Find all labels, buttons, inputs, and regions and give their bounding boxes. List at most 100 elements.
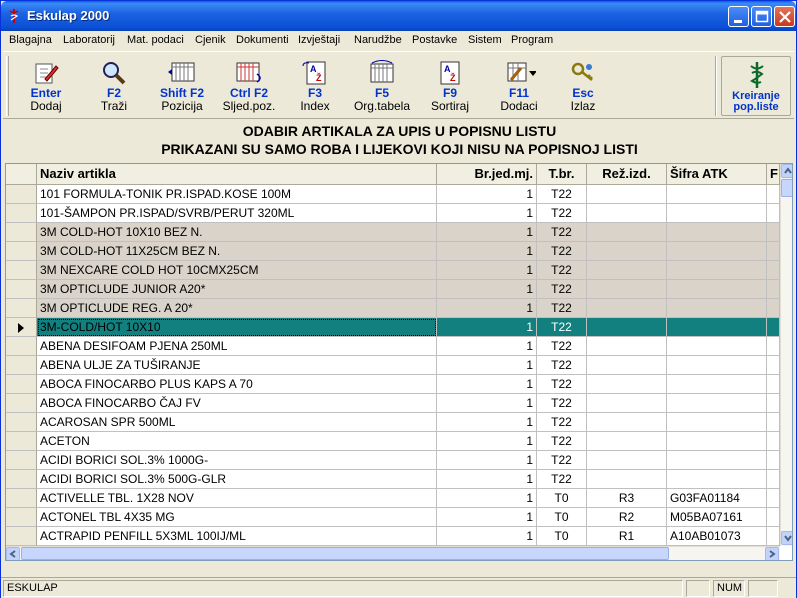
row-indicator[interactable] bbox=[6, 451, 37, 470]
cell-br-jed-mj[interactable]: 1 bbox=[437, 242, 537, 261]
scroll-down-button[interactable] bbox=[781, 531, 792, 545]
cell-sifra-atk[interactable] bbox=[667, 451, 767, 470]
cell-naziv-artikla[interactable]: ACTRAPID PENFILL 5X3ML 100IJ/ML bbox=[37, 527, 437, 546]
cell-extra[interactable] bbox=[767, 261, 780, 280]
row-indicator[interactable] bbox=[6, 280, 37, 299]
cell-br-jed-mj[interactable]: 1 bbox=[437, 318, 537, 337]
vertical-scroll-thumb[interactable] bbox=[781, 179, 792, 197]
cell-rez-izd[interactable] bbox=[587, 432, 667, 451]
cell-sifra-atk[interactable] bbox=[667, 470, 767, 489]
table-row[interactable]: 3M COLD-HOT 10X10 BEZ N. 1 T22 bbox=[6, 223, 780, 242]
cell-extra[interactable] bbox=[767, 375, 780, 394]
cell-rez-izd[interactable] bbox=[587, 413, 667, 432]
cell-t-br[interactable]: T22 bbox=[537, 299, 587, 318]
cell-naziv-artikla[interactable]: 3M OPTICLUDE JUNIOR A20* bbox=[37, 280, 437, 299]
cell-extra[interactable] bbox=[767, 527, 780, 546]
menu-laboratorij[interactable]: Laboratorij bbox=[63, 34, 115, 46]
cell-br-jed-mj[interactable]: 1 bbox=[437, 451, 537, 470]
cell-naziv-artikla[interactable]: ABOCA FINOCARBO ČAJ FV bbox=[37, 394, 437, 413]
cell-extra[interactable] bbox=[767, 356, 780, 375]
scroll-left-button[interactable] bbox=[6, 547, 20, 560]
cell-naziv-artikla[interactable]: ABENA DESIFOAM PJENA 250ML bbox=[37, 337, 437, 356]
cell-sifra-atk[interactable] bbox=[667, 223, 767, 242]
menu-blagajna[interactable]: Blagajna bbox=[9, 34, 52, 46]
cell-sifra-atk[interactable]: A10AB01073 bbox=[667, 527, 767, 546]
cell-br-jed-mj[interactable]: 1 bbox=[437, 413, 537, 432]
cell-extra[interactable] bbox=[767, 280, 780, 299]
sort-button[interactable]: A Ž F9 Sortiraj bbox=[425, 58, 475, 116]
menu-postavke[interactable]: Postavke bbox=[412, 34, 457, 46]
cell-t-br[interactable]: T0 bbox=[537, 489, 587, 508]
scroll-right-button[interactable] bbox=[765, 547, 779, 560]
cell-t-br[interactable]: T22 bbox=[537, 394, 587, 413]
horizontal-scrollbar[interactable] bbox=[6, 546, 780, 560]
cell-rez-izd[interactable] bbox=[587, 451, 667, 470]
cell-t-br[interactable]: T22 bbox=[537, 223, 587, 242]
menu-narudzbe[interactable]: Narudžbe bbox=[354, 34, 402, 46]
header-naziv-artikla[interactable]: Naziv artikla bbox=[37, 164, 437, 185]
index-button[interactable]: A Ž F3 Index bbox=[293, 58, 337, 116]
maximize-button[interactable] bbox=[751, 6, 772, 27]
cell-br-jed-mj[interactable]: 1 bbox=[437, 394, 537, 413]
cell-naziv-artikla[interactable]: 3M-COLD/HOT 10X10 bbox=[37, 318, 437, 337]
cell-rez-izd[interactable]: R1 bbox=[587, 527, 667, 546]
header-sifra-atk[interactable]: Šifra ATK bbox=[667, 164, 767, 185]
row-indicator[interactable] bbox=[6, 527, 37, 546]
table-row[interactable]: 3M OPTICLUDE REG. A 20* 1 T22 bbox=[6, 299, 780, 318]
cell-extra[interactable] bbox=[767, 508, 780, 527]
row-indicator[interactable] bbox=[6, 299, 37, 318]
table-row[interactable]: 3M-COLD/HOT 10X10 1 T22 bbox=[6, 318, 780, 337]
row-indicator[interactable] bbox=[6, 223, 37, 242]
menu-mat-podaci[interactable]: Mat. podaci bbox=[127, 34, 184, 46]
cell-rez-izd[interactable] bbox=[587, 299, 667, 318]
organize-table-button[interactable]: F5 Org.tabela bbox=[349, 58, 415, 116]
cell-sifra-atk[interactable] bbox=[667, 204, 767, 223]
cell-t-br[interactable]: T22 bbox=[537, 451, 587, 470]
row-indicator[interactable] bbox=[6, 394, 37, 413]
scroll-up-button[interactable] bbox=[781, 164, 792, 178]
cell-sifra-atk[interactable] bbox=[667, 356, 767, 375]
header-extra-col[interactable]: F bbox=[767, 164, 780, 185]
table-row[interactable]: 101-ŠAMPON PR.ISPAD/SVRB/PERUT 320ML 1 T22 bbox=[6, 204, 780, 223]
cell-naziv-artikla[interactable]: 3M OPTICLUDE REG. A 20* bbox=[37, 299, 437, 318]
horizontal-scroll-thumb[interactable] bbox=[21, 547, 669, 560]
cell-br-jed-mj[interactable]: 1 bbox=[437, 489, 537, 508]
cell-rez-izd[interactable]: R3 bbox=[587, 489, 667, 508]
cell-br-jed-mj[interactable]: 1 bbox=[437, 470, 537, 489]
table-row[interactable]: ABENA ULJE ZA TUŠIRANJE 1 T22 bbox=[6, 356, 780, 375]
row-indicator[interactable] bbox=[6, 185, 37, 204]
table-row[interactable]: ACTIVELLE TBL. 1X28 NOV 1 T0 R3 G03FA01184 bbox=[6, 489, 780, 508]
cell-t-br[interactable]: T22 bbox=[537, 204, 587, 223]
cell-naziv-artikla[interactable]: 3M COLD-HOT 10X10 BEZ N. bbox=[37, 223, 437, 242]
cell-sifra-atk[interactable] bbox=[667, 375, 767, 394]
cell-br-jed-mj[interactable]: 1 bbox=[437, 527, 537, 546]
cell-br-jed-mj[interactable]: 1 bbox=[437, 299, 537, 318]
cell-t-br[interactable]: T22 bbox=[537, 432, 587, 451]
cell-naziv-artikla[interactable]: 3M COLD-HOT 11X25CM BEZ N. bbox=[37, 242, 437, 261]
table-row[interactable]: ACAROSAN SPR 500ML 1 T22 bbox=[6, 413, 780, 432]
cell-br-jed-mj[interactable]: 1 bbox=[437, 508, 537, 527]
cell-sifra-atk[interactable]: M05BA07161 bbox=[667, 508, 767, 527]
search-button[interactable]: F2 Traži bbox=[89, 58, 139, 116]
cell-naziv-artikla[interactable]: ACTONEL TBL 4X35 MG bbox=[37, 508, 437, 527]
table-row[interactable]: ABENA DESIFOAM PJENA 250ML 1 T22 bbox=[6, 337, 780, 356]
row-indicator[interactable] bbox=[6, 242, 37, 261]
cell-naziv-artikla[interactable]: 101-ŠAMPON PR.ISPAD/SVRB/PERUT 320ML bbox=[37, 204, 437, 223]
menu-program[interactable]: Program bbox=[511, 34, 553, 46]
cell-extra[interactable] bbox=[767, 318, 780, 337]
menu-sistem[interactable]: Sistem bbox=[468, 34, 502, 46]
row-indicator[interactable] bbox=[6, 318, 37, 337]
articles-table[interactable]: Naziv artikla Br.jed.mj. T.br. Rež.izd. … bbox=[5, 163, 793, 561]
cell-rez-izd[interactable] bbox=[587, 318, 667, 337]
row-indicator[interactable] bbox=[6, 489, 37, 508]
cell-t-br[interactable]: T22 bbox=[537, 470, 587, 489]
next-position-button[interactable]: Ctrl F2 Sljed.poz. bbox=[217, 58, 281, 116]
row-indicator[interactable] bbox=[6, 432, 37, 451]
cell-extra[interactable] bbox=[767, 299, 780, 318]
cell-rez-izd[interactable] bbox=[587, 375, 667, 394]
cell-rez-izd[interactable] bbox=[587, 280, 667, 299]
table-row[interactable]: 3M COLD-HOT 11X25CM BEZ N. 1 T22 bbox=[6, 242, 780, 261]
cell-t-br[interactable]: T22 bbox=[537, 356, 587, 375]
cell-sifra-atk[interactable] bbox=[667, 280, 767, 299]
cell-naziv-artikla[interactable]: ACIDI BORICI SOL.3% 500G-GLR bbox=[37, 470, 437, 489]
